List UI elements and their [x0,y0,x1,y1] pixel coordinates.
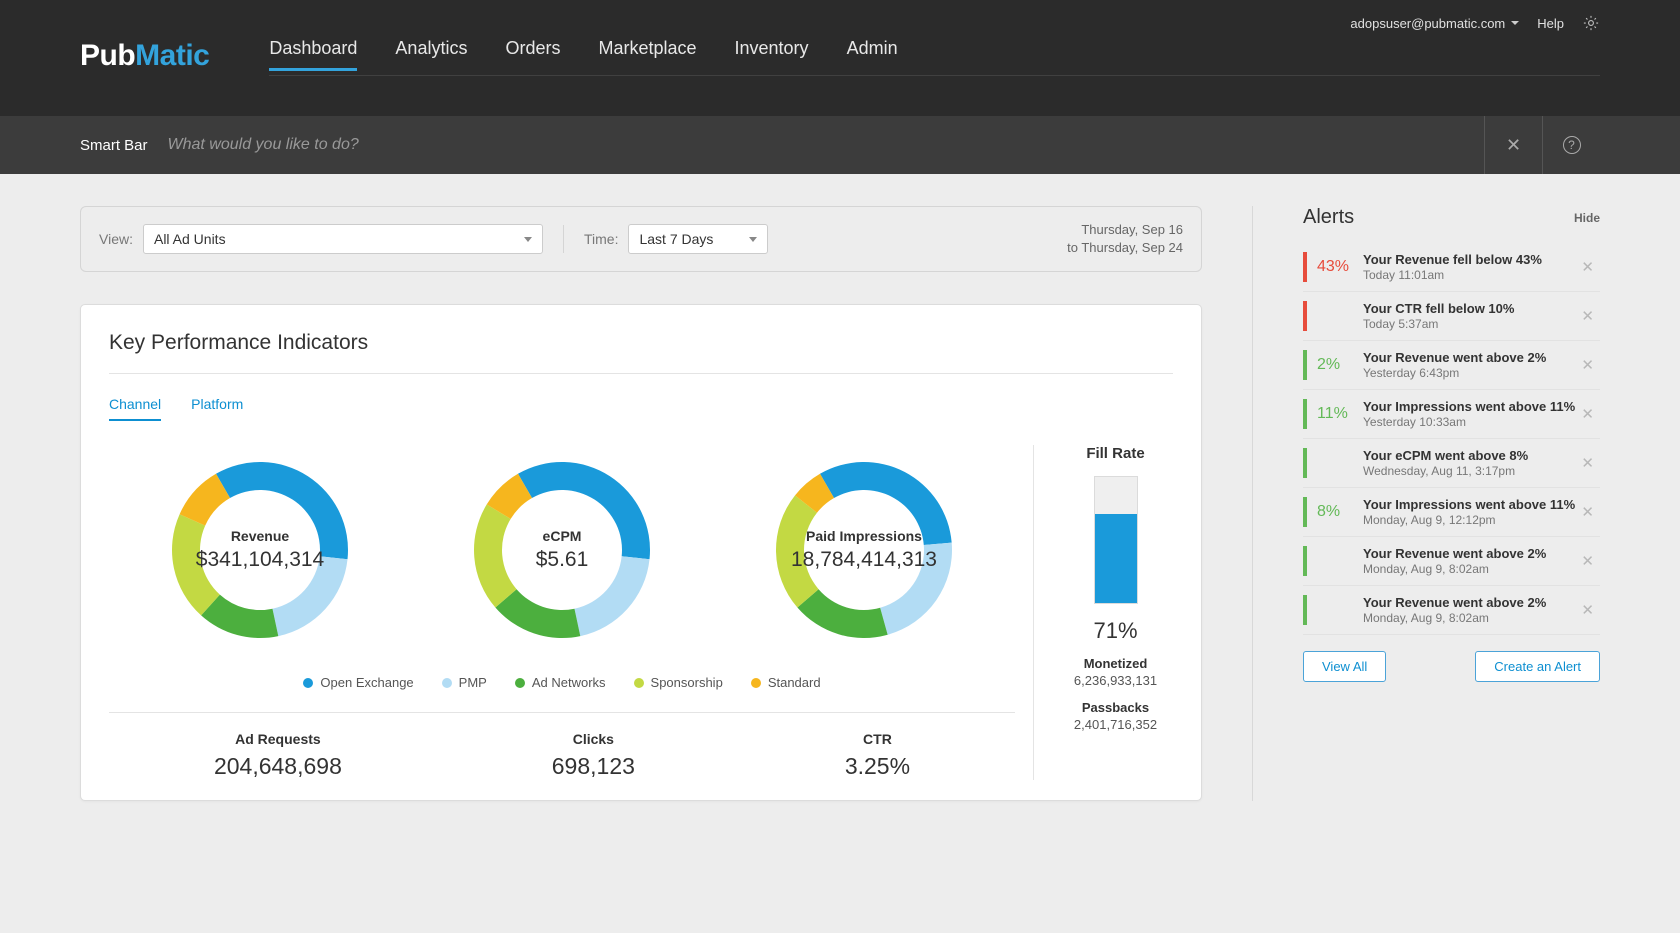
alert-indicator [1303,595,1307,625]
alert-item[interactable]: Your CTR fell below 10%Today 5:37am✕ [1303,292,1600,341]
passbacks-value: 2,401,716,352 [1058,717,1173,732]
top-header: adopsuser@pubmatic.com Help PubMatic Das… [0,0,1680,116]
alert-dismiss-button[interactable]: ✕ [1575,405,1600,423]
swatch-icon [303,678,313,688]
alert-item[interactable]: Your Revenue went above 2%Monday, Aug 9,… [1303,586,1600,635]
date-range: Thursday, Sep 16 to Thursday, Sep 24 [1067,221,1183,257]
alert-percent: 2% [1317,356,1363,374]
metric-ad-requests: Ad Requests204,648,698 [214,731,342,780]
alert-dismiss-button[interactable]: ✕ [1575,356,1600,374]
alert-item[interactable]: Your Revenue went above 2%Monday, Aug 9,… [1303,537,1600,586]
passbacks-label: Passbacks [1058,700,1173,715]
view-all-button[interactable]: View All [1303,651,1386,682]
caret-down-icon [1511,21,1519,25]
legend-item: Ad Networks [515,675,606,690]
swatch-icon [751,678,761,688]
alert-dismiss-button[interactable]: ✕ [1575,552,1600,570]
donut-revenue: Revenue$341,104,314 [155,445,365,655]
nav-dashboard[interactable]: Dashboard [269,38,357,70]
metric-clicks: Clicks698,123 [552,731,635,780]
alert-indicator [1303,546,1307,576]
alert-indicator [1303,301,1307,331]
alerts-panel: Alerts Hide 43%Your Revenue fell below 4… [1252,206,1600,801]
donut-paid-impressions: Paid Impressions18,784,414,313 [759,445,969,655]
legend: Open Exchange PMP Ad Networks Sponsorship St… [109,675,1015,713]
caret-down-icon [749,237,757,242]
fill-rate-title: Fill Rate [1058,445,1173,462]
alerts-hide-button[interactable]: Hide [1574,211,1600,225]
nav-admin[interactable]: Admin [847,38,898,70]
alert-indicator [1303,448,1307,478]
metric-ctr: CTR3.25% [845,731,910,780]
main-nav: Dashboard Analytics Orders Marketplace Inven… [269,36,1600,76]
alert-percent: 8% [1317,503,1363,521]
alert-item[interactable]: Your eCPM went above 8%Wednesday, Aug 11… [1303,439,1600,488]
kpi-tab-platform[interactable]: Platform [191,396,243,420]
legend-item: Standard [751,675,821,690]
close-icon: ✕ [1506,135,1521,156]
swatch-icon [442,678,452,688]
alert-dismiss-button[interactable]: ✕ [1575,258,1600,276]
settings-gear-icon[interactable] [1582,14,1600,32]
nav-inventory[interactable]: Inventory [735,38,809,70]
smart-bar-clear-button[interactable]: ✕ [1484,116,1542,174]
filter-bar: View: All Ad Units Time: Last 7 Days Thu… [80,206,1202,272]
alert-indicator [1303,252,1307,282]
alert-indicator [1303,497,1307,527]
legend-item: Open Exchange [303,675,413,690]
fill-rate-bar [1094,476,1138,604]
user-menu[interactable]: adopsuser@pubmatic.com [1350,16,1519,31]
fill-rate-panel: Fill Rate 71% Monetized 6,236,933,131 Pa… [1033,445,1173,780]
kpi-tab-channel[interactable]: Channel [109,396,161,420]
alert-indicator [1303,399,1307,429]
divider [563,225,564,253]
alert-item[interactable]: 11%Your Impressions went above 11%Yester… [1303,390,1600,439]
help-link[interactable]: Help [1537,16,1564,31]
alert-percent: 11% [1317,405,1363,423]
alerts-title: Alerts [1303,206,1354,229]
donut-ecpm: eCPM$5.61 [457,445,667,655]
nav-marketplace[interactable]: Marketplace [598,38,696,70]
view-select[interactable]: All Ad Units [143,224,543,254]
legend-item: PMP [442,675,487,690]
kpi-title: Key Performance Indicators [109,331,1173,355]
smart-bar-label: Smart Bar [80,137,148,154]
view-label: View: [99,231,133,247]
kpi-tabs: Channel Platform [109,396,1173,421]
alert-dismiss-button[interactable]: ✕ [1575,601,1600,619]
alert-dismiss-button[interactable]: ✕ [1575,307,1600,325]
alert-percent: 43% [1317,258,1363,276]
smart-bar-help-button[interactable]: ? [1542,116,1600,174]
alert-dismiss-button[interactable]: ✕ [1575,503,1600,521]
monetized-label: Monetized [1058,656,1173,671]
alert-item[interactable]: 2%Your Revenue went above 2%Yesterday 6:… [1303,341,1600,390]
logo[interactable]: PubMatic [80,39,209,73]
caret-down-icon [524,237,532,242]
time-select[interactable]: Last 7 Days [628,224,768,254]
create-alert-button[interactable]: Create an Alert [1475,651,1600,682]
user-email: adopsuser@pubmatic.com [1350,16,1505,31]
nav-analytics[interactable]: Analytics [395,38,467,70]
alert-item[interactable]: 43%Your Revenue fell below 43%Today 11:0… [1303,243,1600,292]
fill-rate-percent: 71% [1058,618,1173,644]
monetized-value: 6,236,933,131 [1058,673,1173,688]
kpi-card: Key Performance Indicators Channel Platfo… [80,304,1202,801]
smart-bar: Smart Bar ✕ ? [0,116,1680,174]
swatch-icon [634,678,644,688]
alert-item[interactable]: 8%Your Impressions went above 11%Monday,… [1303,488,1600,537]
alert-dismiss-button[interactable]: ✕ [1575,454,1600,472]
nav-orders[interactable]: Orders [505,38,560,70]
time-label: Time: [584,231,618,247]
legend-item: Sponsorship [634,675,723,690]
question-icon: ? [1563,136,1581,154]
swatch-icon [515,678,525,688]
fill-rate-bar-fill [1095,514,1137,603]
alerts-list: 43%Your Revenue fell below 43%Today 11:0… [1303,243,1600,635]
alert-indicator [1303,350,1307,380]
smart-bar-input[interactable] [168,136,1484,154]
